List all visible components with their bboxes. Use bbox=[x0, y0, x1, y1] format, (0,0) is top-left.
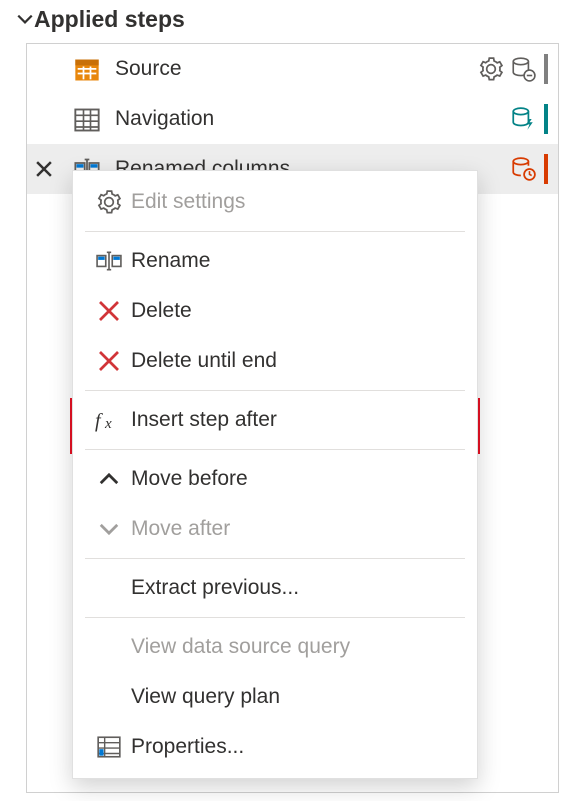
menu-delete[interactable]: Delete bbox=[73, 286, 477, 336]
database-minus-icon[interactable] bbox=[510, 56, 536, 82]
step-navigation[interactable]: Navigation bbox=[27, 94, 558, 144]
menu-label: View query plan bbox=[131, 685, 280, 709]
menu-move-after[interactable]: Move after bbox=[73, 504, 477, 554]
menu-label: Move after bbox=[131, 517, 230, 541]
menu-label: Extract previous... bbox=[131, 576, 299, 600]
step-label: Navigation bbox=[115, 107, 510, 131]
menu-label: Rename bbox=[131, 249, 210, 273]
menu-label: Insert step after bbox=[131, 408, 277, 432]
collapse-chevron-icon bbox=[16, 10, 34, 28]
step-source[interactable]: Source bbox=[27, 44, 558, 94]
menu-separator bbox=[85, 558, 465, 559]
delete-x-icon bbox=[87, 299, 131, 323]
gear-icon bbox=[87, 189, 131, 215]
applied-steps-header[interactable]: Applied steps bbox=[0, 0, 581, 43]
svg-text:x: x bbox=[104, 416, 112, 432]
menu-separator bbox=[85, 390, 465, 391]
menu-label: Edit settings bbox=[131, 190, 245, 214]
step-context-menu: Edit settings Rename Delete Delete until… bbox=[72, 170, 478, 779]
menu-edit-settings[interactable]: Edit settings bbox=[73, 177, 477, 227]
menu-extract-previous[interactable]: Extract previous... bbox=[73, 563, 477, 613]
menu-separator bbox=[85, 617, 465, 618]
gear-icon[interactable] bbox=[478, 56, 504, 82]
navigation-table-icon bbox=[73, 106, 101, 134]
menu-label: Delete until end bbox=[131, 349, 277, 373]
rename-icon bbox=[87, 248, 131, 274]
chevron-up-icon bbox=[87, 468, 131, 490]
step-label: Source bbox=[115, 57, 478, 81]
database-lightning-icon[interactable] bbox=[510, 106, 536, 132]
step-accent-bar bbox=[544, 54, 548, 84]
menu-insert-step-after[interactable]: f x Insert step after bbox=[73, 395, 477, 445]
menu-label: Properties... bbox=[131, 735, 244, 759]
chevron-down-icon bbox=[87, 518, 131, 540]
menu-view-data-source-query[interactable]: View data source query bbox=[73, 622, 477, 672]
menu-separator bbox=[85, 449, 465, 450]
menu-move-before[interactable]: Move before bbox=[73, 454, 477, 504]
menu-label: Move before bbox=[131, 467, 248, 491]
svg-text:f: f bbox=[95, 410, 103, 432]
properties-table-icon bbox=[87, 734, 131, 760]
database-clock-icon[interactable] bbox=[510, 156, 536, 182]
remove-step-icon[interactable] bbox=[33, 158, 55, 180]
menu-label: Delete bbox=[131, 299, 192, 323]
source-table-icon bbox=[73, 56, 101, 84]
menu-delete-until-end[interactable]: Delete until end bbox=[73, 336, 477, 386]
menu-rename[interactable]: Rename bbox=[73, 236, 477, 286]
menu-separator bbox=[85, 231, 465, 232]
step-accent-bar bbox=[544, 154, 548, 184]
panel-title: Applied steps bbox=[34, 6, 185, 33]
menu-view-query-plan[interactable]: View query plan bbox=[73, 672, 477, 722]
step-accent-bar bbox=[544, 104, 548, 134]
fx-function-icon: f x bbox=[87, 408, 131, 432]
menu-label: View data source query bbox=[131, 635, 350, 659]
delete-x-icon bbox=[87, 349, 131, 373]
menu-properties[interactable]: Properties... bbox=[73, 722, 477, 772]
